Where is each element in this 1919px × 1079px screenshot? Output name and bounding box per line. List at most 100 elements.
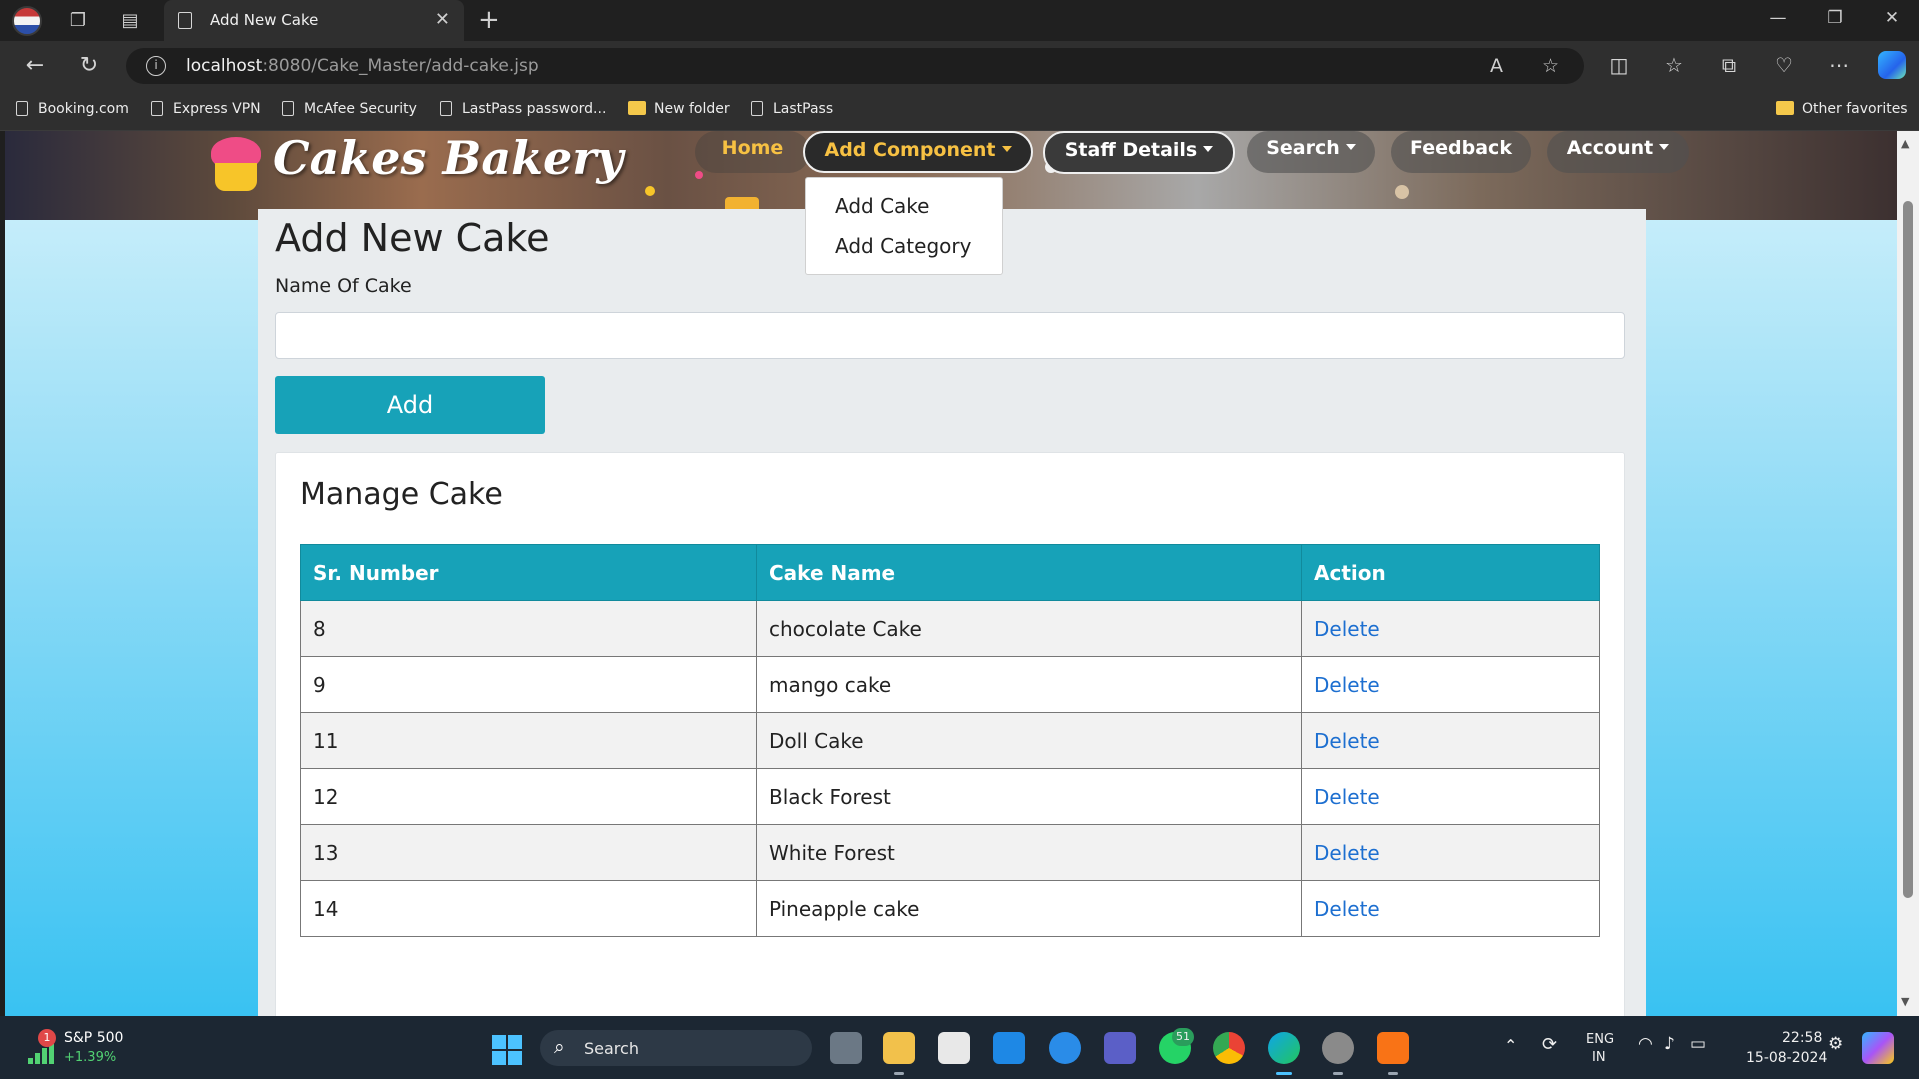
task-view-icon[interactable] (830, 1032, 862, 1064)
stock-change: +1.39% (64, 1050, 117, 1065)
dropdown-item-add-category[interactable]: Add Category (835, 234, 971, 258)
bookmark-item[interactable]: McAfee Security (282, 101, 417, 117)
folder-icon (628, 101, 646, 115)
notification-bell-icon[interactable]: ⚙ (1828, 1034, 1843, 1054)
nav-label: Search (1266, 137, 1340, 159)
page-icon (440, 101, 452, 116)
active-indicator (1276, 1072, 1292, 1075)
nav-add-component[interactable]: Add Component (803, 131, 1033, 173)
site-info-icon[interactable]: i (146, 56, 166, 76)
edge-icon[interactable] (1268, 1032, 1300, 1064)
page-icon (151, 101, 163, 116)
browser-tab-active[interactable]: Add New Cake ✕ (164, 0, 464, 41)
bookmark-item[interactable]: LastPass (751, 101, 833, 117)
folder-icon (1776, 101, 1794, 115)
stock-badge: 1 (38, 1029, 56, 1047)
bookmark-label: New folder (654, 101, 730, 117)
cake-table: Sr. Number Cake Name Action 8 chocolate … (300, 544, 1600, 937)
get-help-icon[interactable] (1049, 1032, 1081, 1064)
vertical-tabs-icon[interactable]: ▤ (118, 9, 142, 33)
column-header-sr-number: Sr. Number (300, 544, 757, 601)
add-cake-button[interactable]: Add (275, 376, 545, 434)
bookmark-item[interactable]: Booking.com (16, 101, 129, 117)
windows-start-icon[interactable] (492, 1035, 522, 1065)
url-text[interactable]: localhost:8080/Cake_Master/add-cake.jsp (186, 56, 539, 76)
chrome-icon[interactable] (1213, 1032, 1245, 1064)
clock-time[interactable]: 22:58 (1782, 1030, 1822, 1046)
cake-name-label: Name Of Cake (275, 275, 412, 297)
bookmark-label: Booking.com (38, 101, 129, 117)
cake-name-input[interactable] (275, 312, 1625, 359)
nav-search[interactable]: Search (1247, 131, 1375, 173)
new-tab-button[interactable]: + (478, 5, 500, 35)
myhp-icon[interactable] (993, 1032, 1025, 1064)
scroll-up-icon[interactable]: ▲ (1901, 137, 1909, 150)
stock-chart-icon[interactable] (28, 1044, 54, 1064)
running-indicator (894, 1072, 904, 1075)
cell-sr-number: 14 (300, 880, 757, 937)
cell-cake-name: mango cake (756, 656, 1302, 713)
battery-icon[interactable]: ▭ (1690, 1034, 1706, 1054)
browser-essentials-icon[interactable]: ♡ (1770, 53, 1798, 77)
close-window-button[interactable]: ✕ (1872, 8, 1912, 28)
restore-button[interactable]: ❐ (1815, 8, 1855, 28)
wifi-icon[interactable]: ◠ (1638, 1034, 1653, 1054)
table-header-row: Sr. Number Cake Name Action (300, 544, 1600, 601)
page-icon (282, 101, 294, 116)
nav-label: Staff Details (1064, 139, 1198, 161)
delete-link[interactable]: Delete (1301, 656, 1600, 713)
page-icon (16, 101, 28, 116)
page-scrollbar[interactable]: ▲ ▼ (1897, 131, 1919, 1016)
other-favorites-folder[interactable]: Other favorites (1776, 101, 1908, 117)
favorites-icon[interactable]: ☆ (1660, 53, 1688, 77)
delete-link[interactable]: Delete (1301, 768, 1600, 825)
read-aloud-icon[interactable]: A (1490, 55, 1503, 77)
more-menu-icon[interactable]: ⋯ (1825, 53, 1853, 77)
clock-date: 15-08-2024 (1746, 1050, 1828, 1066)
bookmark-item[interactable]: LastPass password... (440, 101, 606, 117)
delete-link[interactable]: Delete (1301, 824, 1600, 881)
cell-sr-number: 13 (300, 824, 757, 881)
chevron-up-icon[interactable]: ⌃ (1504, 1036, 1517, 1055)
scroll-down-icon[interactable]: ▼ (1901, 995, 1909, 1008)
nav-staff-details[interactable]: Staff Details (1043, 131, 1235, 174)
profile-avatar[interactable] (12, 6, 42, 36)
copilot-icon[interactable] (1878, 51, 1906, 79)
bookmark-item[interactable]: Express VPN (151, 101, 261, 117)
delete-link[interactable]: Delete (1301, 600, 1600, 657)
cell-sr-number: 9 (300, 656, 757, 713)
volume-icon[interactable]: ♪ (1664, 1034, 1675, 1054)
teams-icon[interactable] (1104, 1032, 1136, 1064)
favorite-star-icon[interactable]: ☆ (1542, 55, 1559, 77)
nav-account[interactable]: Account (1547, 131, 1689, 173)
delete-link[interactable]: Delete (1301, 880, 1600, 937)
delete-link[interactable]: Delete (1301, 712, 1600, 769)
workspaces-icon[interactable]: ❐ (66, 9, 90, 33)
scrollbar-thumb[interactable] (1903, 201, 1913, 898)
cell-cake-name: Black Forest (756, 768, 1302, 825)
dropdown-item-add-cake[interactable]: Add Cake (835, 194, 929, 218)
minimize-button[interactable]: — (1758, 8, 1798, 28)
taskbar-search[interactable]: ⌕ Search (540, 1030, 812, 1066)
stock-name[interactable]: S&P 500 (64, 1030, 123, 1046)
xampp-icon[interactable] (1377, 1032, 1409, 1064)
close-tab-icon[interactable]: ✕ (435, 9, 450, 30)
file-explorer-icon[interactable] (883, 1032, 915, 1064)
url-host: localhost (186, 56, 263, 76)
nav-feedback[interactable]: Feedback (1391, 131, 1531, 173)
site-logo[interactable]: Cakes Bakery (273, 131, 623, 185)
nav-home[interactable]: Home (695, 131, 810, 173)
address-bar[interactable]: i localhost:8080/Cake_Master/add-cake.js… (126, 48, 1584, 84)
settings-gear-icon[interactable] (1322, 1032, 1354, 1064)
sync-icon[interactable]: ⟳ (1542, 1034, 1557, 1055)
copilot-taskbar-icon[interactable] (1862, 1032, 1894, 1064)
microsoft-store-icon[interactable] (938, 1032, 970, 1064)
bookmark-folder[interactable]: New folder (628, 101, 730, 117)
language-top[interactable]: ENG (1586, 1032, 1614, 1047)
split-screen-icon[interactable]: ◫ (1605, 53, 1633, 77)
refresh-button[interactable]: ↻ (76, 53, 102, 79)
back-button[interactable]: ← (22, 53, 48, 79)
search-icon: ⌕ (554, 1036, 565, 1058)
collections-icon[interactable]: ⧉ (1715, 53, 1743, 77)
bookmark-label: Express VPN (173, 101, 261, 117)
